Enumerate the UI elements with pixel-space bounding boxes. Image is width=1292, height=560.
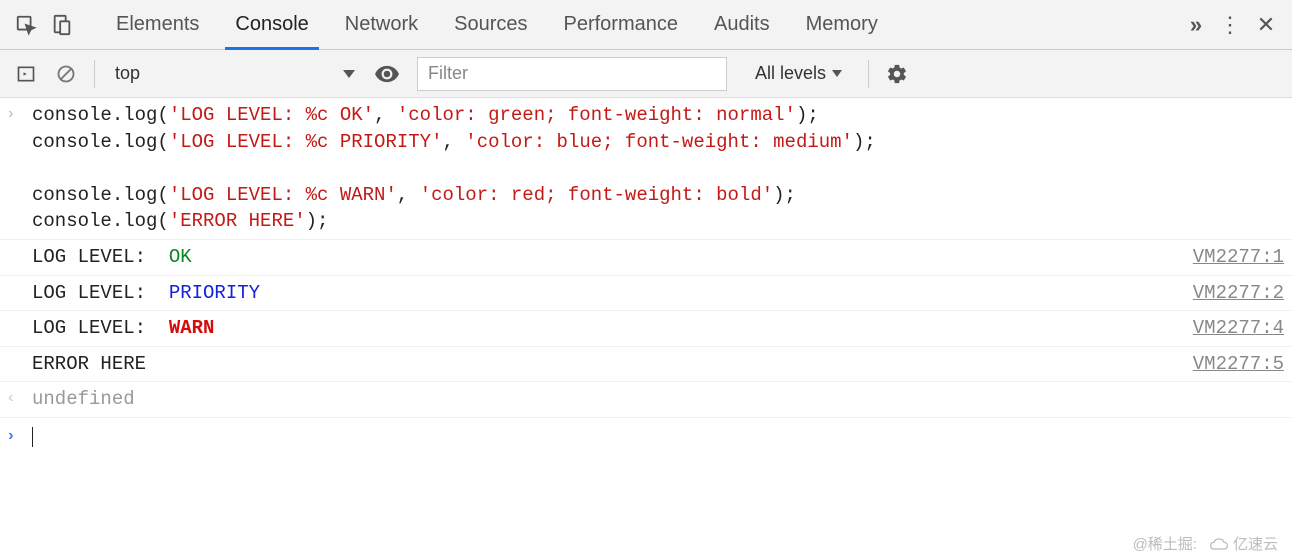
console-prompt-row: › (0, 418, 1292, 455)
console-return-row: ‹ undefined (0, 382, 1292, 418)
kebab-menu-icon[interactable]: ⋮ (1212, 7, 1248, 43)
input-marker-icon: › (6, 100, 32, 125)
console-toolbar: top All levels (0, 50, 1292, 98)
console-prompt-input[interactable] (32, 422, 1284, 453)
execution-context-selector[interactable]: top (105, 58, 365, 90)
source-link[interactable]: VM2277:4 (1193, 313, 1284, 342)
source-link[interactable]: VM2277:2 (1193, 278, 1284, 307)
log-message[interactable]: LOG LEVEL: OK (32, 242, 1193, 273)
tab-elements[interactable]: Elements (98, 0, 217, 50)
log-levels-dropdown[interactable]: All levels (743, 58, 854, 90)
return-value[interactable]: undefined (32, 384, 1284, 415)
log-gutter (6, 278, 32, 281)
tab-network[interactable]: Network (327, 0, 436, 50)
watermark-text-left: @稀土掘: (1133, 533, 1197, 554)
chevron-down-icon (343, 70, 355, 78)
source-link[interactable]: VM2277:5 (1193, 349, 1284, 378)
chevron-down-icon (832, 70, 842, 77)
toolbar-divider (94, 60, 95, 88)
tab-memory[interactable]: Memory (788, 0, 896, 50)
watermark: @稀土掘: 亿速云 (1133, 533, 1278, 554)
execution-context-label: top (115, 63, 140, 84)
live-expression-icon[interactable] (369, 56, 405, 92)
text-cursor-icon (32, 427, 33, 447)
log-gutter (6, 242, 32, 245)
devtools-main-tabs: Elements Console Network Sources Perform… (0, 0, 1292, 50)
tab-performance[interactable]: Performance (546, 0, 697, 50)
console-log-row: LOG LEVEL: OK VM2277:1 (0, 240, 1292, 276)
tab-audits[interactable]: Audits (696, 0, 788, 50)
log-message[interactable]: LOG LEVEL: WARN (32, 313, 1193, 344)
log-levels-label: All levels (755, 63, 826, 84)
log-message[interactable]: ERROR HERE (32, 349, 1193, 380)
console-code-block[interactable]: console.log('LOG LEVEL: %c OK', 'color: … (32, 100, 1284, 237)
cloud-icon (1209, 537, 1229, 551)
device-toolbar-icon[interactable] (44, 7, 80, 43)
clear-console-icon[interactable] (48, 56, 84, 92)
console-log-row: LOG LEVEL: PRIORITY VM2277:2 (0, 276, 1292, 312)
console-log-row: LOG LEVEL: WARN VM2277:4 (0, 311, 1292, 347)
console-settings-gear-icon[interactable] (879, 56, 915, 92)
log-message[interactable]: LOG LEVEL: PRIORITY (32, 278, 1193, 309)
toolbar-divider (868, 60, 869, 88)
return-marker-icon: ‹ (6, 384, 32, 409)
source-link[interactable]: VM2277:1 (1193, 242, 1284, 271)
console-input-history-row: › console.log('LOG LEVEL: %c OK', 'color… (0, 98, 1292, 240)
console-messages-area: › console.log('LOG LEVEL: %c OK', 'color… (0, 98, 1292, 455)
inspect-element-icon[interactable] (8, 7, 44, 43)
log-gutter (6, 313, 32, 316)
filter-input[interactable] (417, 57, 727, 91)
watermark-text-right: 亿速云 (1209, 533, 1278, 554)
log-gutter (6, 349, 32, 352)
prompt-marker-icon: › (6, 422, 32, 453)
tab-console[interactable]: Console (217, 0, 326, 50)
tab-sources[interactable]: Sources (436, 0, 545, 50)
close-icon[interactable]: ✕ (1248, 7, 1284, 43)
console-sidebar-toggle-icon[interactable] (8, 56, 44, 92)
more-tabs-icon[interactable]: » (1176, 7, 1212, 43)
console-log-row: ERROR HERE VM2277:5 (0, 347, 1292, 383)
